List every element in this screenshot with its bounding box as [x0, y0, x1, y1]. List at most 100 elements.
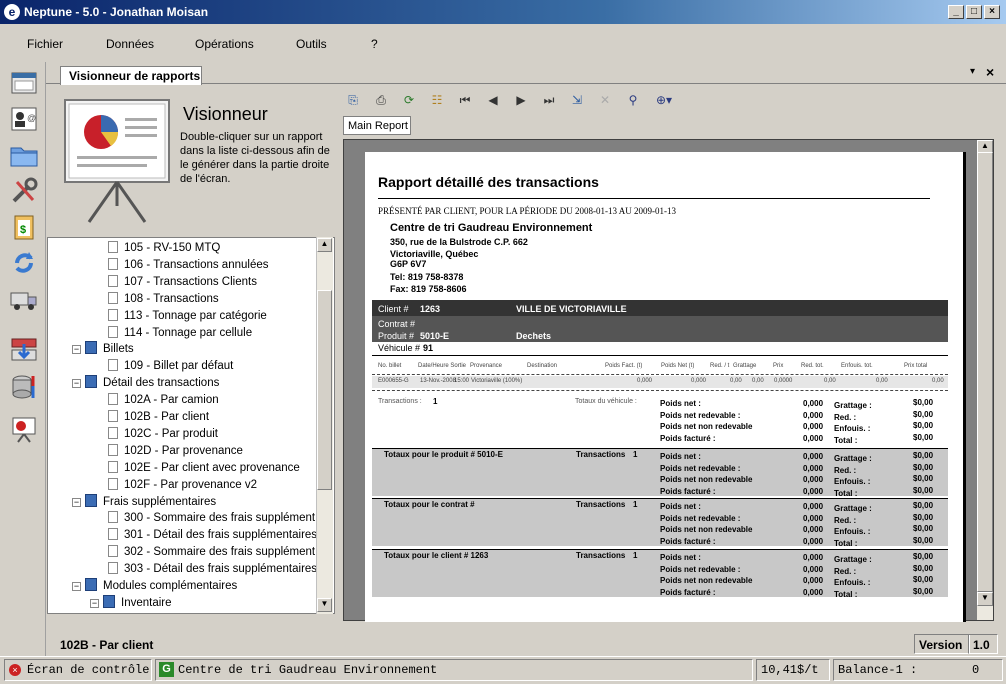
search-icon[interactable]: ⚲: [625, 92, 641, 108]
cost-label: Red. :: [834, 465, 857, 475]
tree-item[interactable]: 113 - Tonnage par catégorie: [108, 308, 267, 324]
cost-value: $0,00: [913, 586, 934, 596]
clipboard-icon[interactable]: $: [9, 212, 39, 242]
tab-close-icon[interactable]: ×: [986, 64, 994, 80]
row-value: 0,00: [876, 378, 888, 384]
zoom-icon[interactable]: ⊕▾: [651, 92, 677, 108]
scroll-up-arrow-icon[interactable]: ▲: [317, 238, 332, 252]
cost-label: Enfouis. :: [834, 527, 871, 536]
tree-item[interactable]: 302 - Sommaire des frais supplément: [108, 544, 315, 560]
tab-report-viewer[interactable]: Visionneur de rapports: [60, 66, 202, 85]
report-tree[interactable]: 105 - RV-150 MTQ 106 - Transactions annul…: [47, 237, 335, 614]
status-control-screen[interactable]: × Écran de contrôle: [4, 659, 152, 681]
download-icon[interactable]: [9, 334, 39, 364]
collapse-icon[interactable]: −: [72, 497, 81, 507]
column-header: Red. tot.: [801, 363, 824, 369]
tab-main-report[interactable]: Main Report: [343, 116, 411, 135]
window-icon[interactable]: [9, 68, 39, 98]
status-company: G Centre de tri Gaudreau Environnement: [155, 659, 753, 681]
tree-item[interactable]: 301 - Détail des frais supplémentaires: [108, 527, 317, 543]
menu-outils[interactable]: Outils: [296, 37, 327, 51]
row-date: 13-Nov.-2008: [420, 378, 456, 384]
close-button[interactable]: ×: [984, 5, 1000, 19]
database-icon[interactable]: [9, 372, 39, 402]
menu-operations[interactable]: Opérations: [195, 37, 254, 51]
collapse-icon[interactable]: −: [90, 598, 99, 608]
menu-fichier[interactable]: Fichier: [27, 37, 63, 51]
tree-scroll-thumb[interactable]: [317, 290, 332, 490]
tree-item[interactable]: 106 - Transactions annulées: [108, 257, 268, 273]
cost-label: Grattage :: [834, 555, 872, 564]
report-tabs: [341, 113, 1000, 135]
last-page-icon[interactable]: ⏭: [541, 92, 557, 108]
tree-folder-label: Inventaire: [121, 596, 172, 609]
tree-item[interactable]: 303 - Détail des frais supplémentaires: [108, 561, 317, 577]
column-header: Grattage: [733, 363, 757, 369]
tree-item[interactable]: 105 - RV-150 MTQ: [108, 240, 220, 256]
tree-item[interactable]: 102F - Par provenance v2: [108, 477, 257, 493]
truck-icon[interactable]: [9, 284, 39, 314]
tree-folder[interactable]: − Détail des transactions: [72, 375, 219, 391]
tree-item[interactable]: 102E - Par client avec provenance: [108, 460, 300, 476]
tree-item-label: 303 - Détail des frais supplémentaires: [124, 563, 318, 576]
folder-icon[interactable]: [9, 140, 39, 170]
print-icon[interactable]: ⎙: [373, 92, 389, 108]
menu-help[interactable]: ?: [371, 37, 378, 51]
tree-item-label: 102F - Par provenance v2: [124, 478, 257, 491]
tree-folder[interactable]: − Frais supplémentaires: [72, 493, 216, 510]
next-page-icon[interactable]: ▶: [513, 92, 529, 108]
group-tree-icon[interactable]: ☷: [429, 92, 445, 108]
tree-item[interactable]: 108 - Transactions: [108, 291, 219, 307]
row-billet: E000655-G: [378, 378, 409, 384]
poids-value: 0,000: [803, 410, 824, 420]
maximize-button[interactable]: □: [966, 5, 982, 19]
tree-item[interactable]: 300 - Sommaire des frais supplément: [108, 510, 315, 526]
document-icon: [108, 241, 118, 253]
tree-item[interactable]: 102A - Par camion: [108, 392, 219, 408]
left-rail: @ $: [0, 62, 46, 656]
tree-folder[interactable]: − Modules complémentaires: [72, 578, 237, 594]
vehicle-transactions-label: Transactions :: [378, 398, 422, 405]
tools-icon[interactable]: [9, 176, 39, 206]
tree-folder-label: Modules complémentaires: [103, 580, 238, 592]
client-number: 1263: [420, 304, 441, 314]
contacts-icon[interactable]: @: [9, 104, 39, 134]
menu-donnees[interactable]: Données: [106, 37, 154, 51]
scroll-down-arrow-icon[interactable]: ▼: [317, 598, 332, 612]
refresh-icon[interactable]: [9, 248, 39, 278]
previous-page-icon[interactable]: ◀: [485, 92, 501, 108]
column-header: Red. / t: [710, 363, 730, 369]
report-viewer-icon[interactable]: [9, 414, 39, 444]
cost-label: Total :: [834, 435, 858, 445]
tree-item[interactable]: 107 - Transactions Clients: [108, 274, 257, 290]
status-company-name: Centre de tri Gaudreau Environnement: [178, 663, 438, 677]
balance-value: 0: [972, 663, 980, 677]
poids-value: 0,000: [803, 553, 824, 562]
first-page-icon[interactable]: ⏮: [457, 92, 473, 108]
collapse-icon[interactable]: −: [72, 345, 81, 355]
goto-page-icon[interactable]: ⇲: [569, 92, 585, 108]
tree-item[interactable]: − Inventaire: [90, 594, 172, 611]
tree-item[interactable]: 102D - Par provenance: [108, 443, 243, 459]
minimize-button[interactable]: _: [948, 5, 964, 19]
poids-value: 0,000: [803, 525, 824, 534]
tree-item[interactable]: 102C - Par produit: [108, 426, 218, 442]
report-scrollbar[interactable]: ▲ ▼: [977, 140, 993, 620]
report-scroll-down-icon[interactable]: ▼: [977, 592, 993, 606]
collapse-icon[interactable]: −: [72, 379, 81, 389]
collapse-icon[interactable]: −: [72, 582, 81, 591]
export-icon[interactable]: ⎘: [345, 92, 361, 108]
cost-label: Grattage :: [834, 454, 872, 463]
document-icon: [108, 528, 118, 541]
report-page: Rapport détaillé des transactions PRÉSEN…: [365, 152, 966, 622]
document-icon: [108, 477, 118, 490]
tree-item[interactable]: 109 - Billet par défaut: [108, 358, 233, 374]
refresh-report-icon[interactable]: ⟳: [401, 92, 417, 108]
tab-menu-icon[interactable]: ▾: [970, 66, 975, 77]
tree-item[interactable]: 102B - Par client: [108, 409, 209, 425]
tree-folder[interactable]: − Billets: [72, 341, 134, 357]
report-scroll-thumb[interactable]: [977, 152, 993, 592]
tree-item-label: 105 - RV-150 MTQ: [124, 242, 221, 254]
poids-value: 0,000: [803, 486, 824, 496]
tree-item[interactable]: 114 - Tonnage par cellule: [108, 325, 252, 341]
